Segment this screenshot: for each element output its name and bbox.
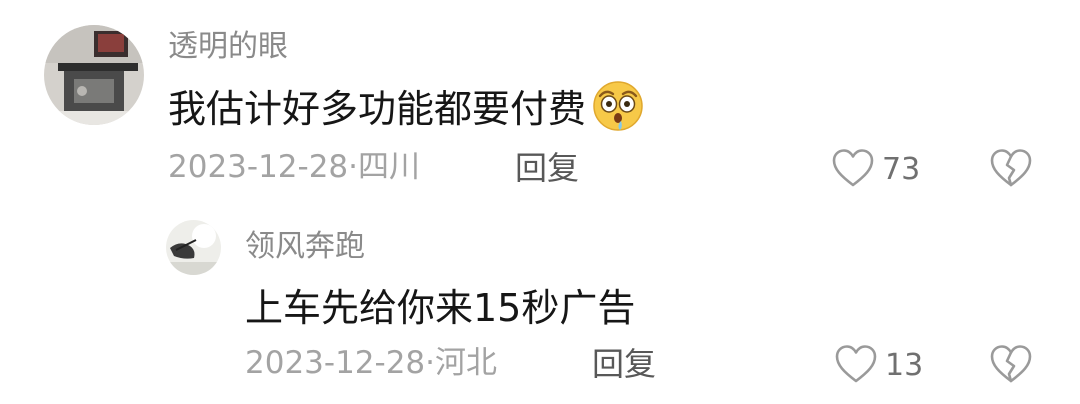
heart-outline-icon — [835, 344, 877, 388]
like-button[interactable]: 73 — [832, 148, 920, 192]
reply-location: 河北 — [435, 345, 498, 381]
comment-username[interactable]: 透明的眼 — [168, 32, 288, 62]
comment-content: 我估计好多功能都要付费 — [168, 81, 644, 132]
avatar[interactable] — [44, 25, 144, 125]
like-count: 13 — [885, 348, 924, 383]
reply-text: 上车先给你来15秒广告 — [245, 286, 636, 330]
reply-username[interactable]: 领风奔跑 — [245, 232, 365, 262]
reply-avatar[interactable] — [166, 220, 221, 275]
dislike-button[interactable] — [990, 148, 1032, 192]
broken-heart-outline-icon — [990, 149, 1032, 192]
reply-content: 上车先给你来15秒广告 — [245, 288, 635, 328]
reply-button[interactable]: 回复 — [592, 348, 656, 380]
meta-separator: · — [425, 345, 436, 381]
reply-date: 2023-12-28 — [245, 345, 426, 381]
shocked-emoji-icon — [592, 80, 644, 138]
meta-separator: · — [348, 149, 359, 185]
comment-text: 我估计好多功能都要付费 — [168, 87, 587, 131]
reply-button[interactable]: 回复 — [515, 152, 579, 184]
broken-heart-outline-icon — [990, 345, 1032, 388]
like-button[interactable]: 13 — [835, 344, 923, 388]
comment-location: 四川 — [358, 149, 421, 185]
dislike-button[interactable] — [990, 344, 1032, 388]
comment-date: 2023-12-28 — [168, 149, 349, 185]
heart-outline-icon — [832, 148, 874, 192]
comment-meta: 2023-12-28·四川 — [168, 152, 420, 183]
reply-meta: 2023-12-28·河北 — [245, 348, 497, 379]
like-count: 73 — [882, 152, 921, 187]
